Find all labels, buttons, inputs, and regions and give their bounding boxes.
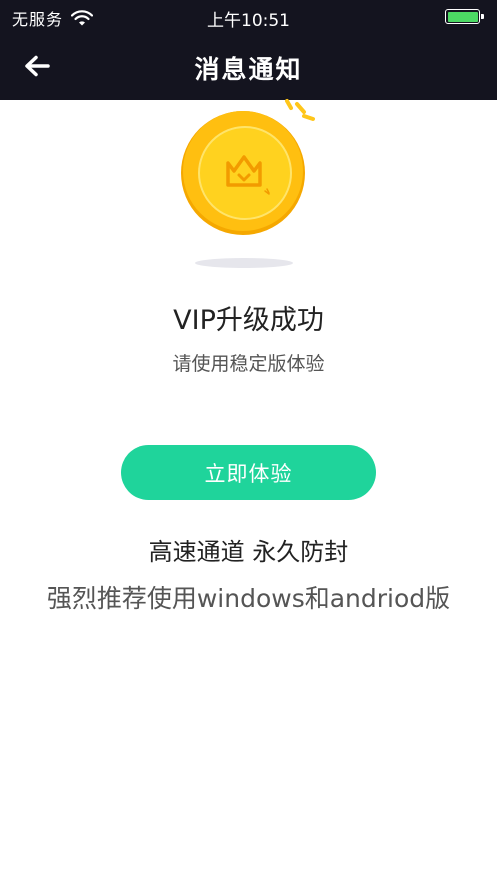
page-title: 消息通知 bbox=[194, 55, 303, 84]
try-now-button[interactable]: 立即体验 bbox=[121, 445, 376, 500]
success-subtitle: 请使用稳定版体验 bbox=[172, 353, 325, 375]
success-title: VIP升级成功 bbox=[173, 305, 324, 336]
top-bar: 无服务 上午10:51 消息通知 bbox=[0, 0, 497, 100]
status-bar: 无服务 上午10:51 bbox=[0, 0, 497, 33]
nav-bar: 消息通知 bbox=[0, 33, 497, 100]
vip-coin-illustration bbox=[170, 95, 330, 275]
status-time: 上午10:51 bbox=[207, 11, 290, 31]
recommend-text: 强烈推荐使用windows和andriod版 bbox=[46, 584, 451, 613]
battery-level bbox=[447, 11, 478, 22]
battery-icon bbox=[445, 9, 484, 24]
feature-text: 高速通道 永久防封 bbox=[148, 538, 349, 566]
gold-coin-crown-icon bbox=[181, 99, 315, 268]
notification-screen: 无服务 上午10:51 消息通知 VIP升级成功 请使用稳定版体验 立即体验 高… bbox=[0, 0, 497, 883]
battery-cap bbox=[481, 14, 484, 19]
